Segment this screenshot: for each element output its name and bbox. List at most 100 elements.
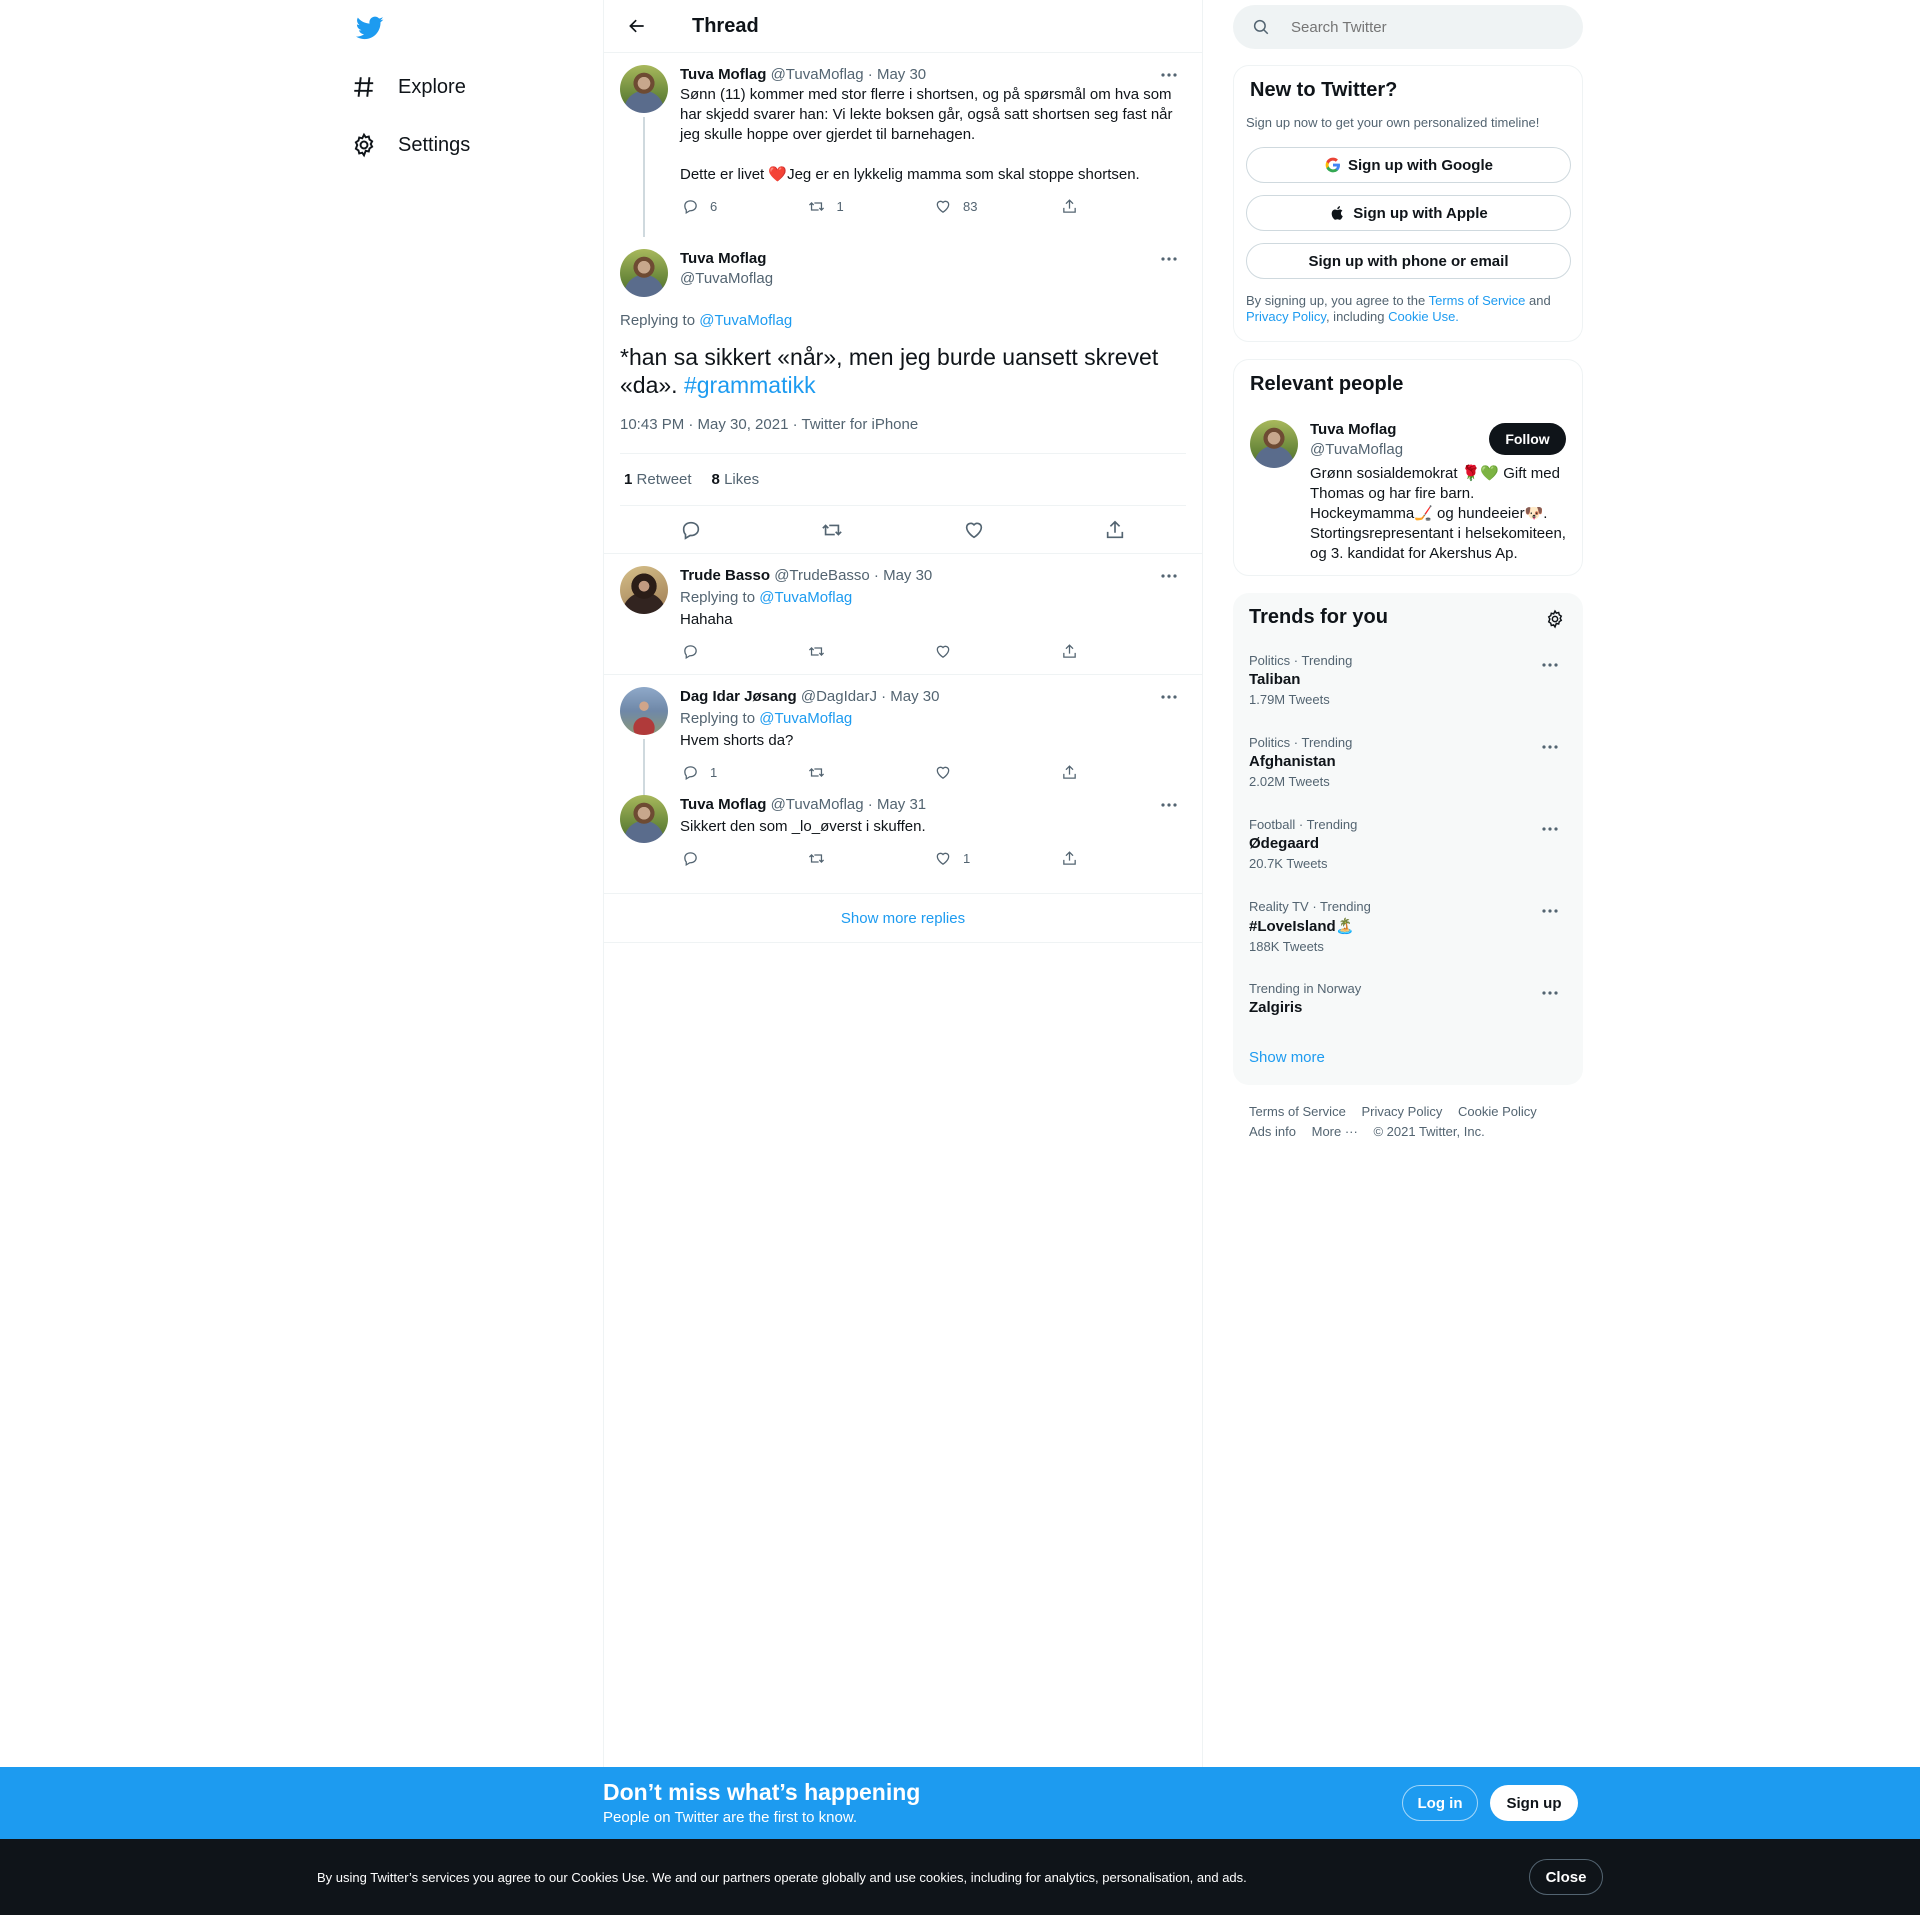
more-options-icon[interactable]	[1533, 983, 1567, 1003]
signup-apple-button[interactable]: Sign up with Apple	[1246, 195, 1571, 231]
privacy-link[interactable]: Privacy Policy	[1246, 309, 1326, 324]
author-name[interactable]: Trude Basso	[680, 567, 770, 584]
author-handle[interactable]: @TuvaMoflag	[771, 66, 864, 83]
retweet-count: 1	[836, 198, 844, 214]
reply-button[interactable]	[680, 848, 807, 868]
signup-button[interactable]: Sign up	[1490, 1785, 1578, 1821]
footer-more[interactable]: More ···	[1312, 1124, 1358, 1139]
footer-privacy[interactable]: Privacy Policy	[1361, 1104, 1442, 1119]
retweet-icon[interactable]	[820, 518, 844, 542]
author-handle[interactable]: @TuvaMoflag	[771, 796, 864, 813]
avatar[interactable]	[1250, 420, 1298, 468]
trend-item[interactable]: Trending in Norway Zalgiris	[1249, 981, 1567, 1016]
like-count: 1	[963, 850, 971, 866]
like-button[interactable]	[933, 641, 1060, 661]
author-name[interactable]: Tuva Moflag	[680, 250, 766, 267]
share-icon	[1060, 762, 1080, 782]
follow-button[interactable]: Follow	[1489, 423, 1566, 455]
reply-button[interactable]	[680, 641, 807, 661]
signup-google-button[interactable]: Sign up with Google	[1246, 147, 1571, 183]
tweet-date[interactable]: · May 30	[868, 66, 926, 83]
close-button[interactable]: Close	[1529, 1859, 1603, 1895]
person-name[interactable]: Tuva Moflag	[1310, 421, 1396, 438]
reply-count: 1	[710, 764, 718, 780]
avatar[interactable]	[620, 566, 668, 614]
avatar[interactable]	[620, 687, 668, 735]
tweet-date[interactable]: · May 30	[881, 688, 939, 705]
replying-to-link[interactable]: @TuvaMoflag	[759, 710, 852, 727]
main-tweet-text: *han sa sikkert «når», men jeg burde uan…	[620, 343, 1186, 399]
more-options-icon[interactable]	[1533, 655, 1567, 675]
likes-stat[interactable]: 8 Likes	[712, 471, 760, 488]
author-name[interactable]: Dag Idar Jøsang	[680, 688, 797, 705]
more-options-icon[interactable]	[1152, 795, 1186, 815]
more-options-icon[interactable]	[1533, 819, 1567, 839]
nav-explore[interactable]: Explore	[350, 63, 466, 111]
author-handle[interactable]: @DagIdarJ	[801, 688, 877, 705]
author-name[interactable]: Tuva Moflag	[680, 796, 766, 813]
person-handle[interactable]: @TuvaMoflag	[1310, 441, 1403, 458]
trend-item[interactable]: Football · Trending Ødegaard 20.7K Tweet…	[1249, 817, 1567, 871]
footer-tos[interactable]: Terms of Service	[1249, 1104, 1346, 1119]
more-options-icon[interactable]	[1152, 687, 1186, 707]
trend-item[interactable]: Politics · Trending Afghanistan 2.02M Tw…	[1249, 735, 1567, 789]
search-input[interactable]	[1291, 18, 1551, 36]
author-handle[interactable]: @TuvaMoflag	[680, 270, 773, 287]
back-arrow-icon[interactable]	[620, 9, 654, 43]
share-icon[interactable]	[1103, 518, 1127, 542]
author-name[interactable]: Tuva Moflag	[680, 66, 766, 83]
replying-to-link[interactable]: @TuvaMoflag	[699, 312, 792, 329]
reply-tweet[interactable]: Tuva Moflag @TuvaMoflag · May 31 Sikkert…	[604, 795, 1202, 893]
more-options-icon[interactable]	[1152, 65, 1186, 85]
tweet-date[interactable]: · May 31	[868, 796, 926, 813]
like-button[interactable]	[933, 762, 1060, 782]
tos-link[interactable]: Terms of Service	[1429, 293, 1526, 308]
share-button[interactable]	[1060, 641, 1187, 661]
parent-tweet[interactable]: Tuva Moflag @TuvaMoflag · May 30 Sønn (1…	[604, 53, 1202, 237]
like-button[interactable]: 1	[933, 848, 1060, 868]
nav-settings[interactable]: Settings	[350, 121, 470, 169]
footer-ads[interactable]: Ads info	[1249, 1124, 1296, 1139]
signup-phone-button[interactable]: Sign up with phone or email	[1246, 243, 1571, 279]
twitter-logo-icon[interactable]	[352, 10, 388, 46]
more-options-icon[interactable]	[1152, 566, 1186, 586]
retweet-button[interactable]	[807, 641, 934, 661]
share-button[interactable]	[1060, 848, 1187, 868]
more-options-icon[interactable]	[1152, 249, 1186, 269]
reply-button[interactable]: 1	[680, 762, 807, 782]
reply-tweet[interactable]: Trude Basso @TrudeBasso · May 30 Replyin…	[604, 554, 1202, 674]
share-button[interactable]	[1060, 762, 1187, 782]
replying-to-link[interactable]: @TuvaMoflag	[759, 589, 852, 606]
share-button[interactable]	[1060, 196, 1187, 216]
more-options-icon[interactable]	[1533, 737, 1567, 757]
retweet-button[interactable]	[807, 848, 934, 868]
reply-button[interactable]: 6	[680, 196, 807, 216]
share-icon	[1060, 641, 1080, 661]
retweet-stat[interactable]: 1 Retweet	[624, 471, 692, 488]
search-box[interactable]	[1233, 5, 1583, 49]
trend-item[interactable]: Politics · Trending Taliban 1.79M Tweets	[1249, 653, 1567, 707]
show-more-trends[interactable]: Show more	[1249, 1049, 1325, 1066]
avatar[interactable]	[620, 65, 668, 113]
footer-cookie[interactable]: Cookie Policy	[1458, 1104, 1537, 1119]
page-title: Thread	[692, 14, 759, 37]
show-more-replies[interactable]: Show more replies	[604, 894, 1202, 943]
like-button[interactable]: 83	[933, 196, 1060, 216]
tweet-date[interactable]: · May 30	[874, 567, 932, 584]
hashtag-link[interactable]: #grammatikk	[684, 372, 816, 398]
reply-tweet[interactable]: Dag Idar Jøsang @DagIdarJ · May 30 Reply…	[604, 675, 1202, 795]
retweet-button[interactable]	[807, 762, 934, 782]
more-options-icon[interactable]	[1533, 901, 1567, 921]
avatar[interactable]	[620, 249, 668, 297]
tweet-timestamp[interactable]: 10:43 PM · May 30, 2021 · Twitter for iP…	[620, 415, 1186, 453]
login-button[interactable]: Log in	[1402, 1785, 1478, 1821]
heart-icon[interactable]	[962, 518, 986, 542]
cookie-link[interactable]: Cookie Use.	[1388, 309, 1459, 324]
avatar[interactable]	[620, 795, 668, 843]
gear-icon[interactable]	[1543, 607, 1567, 631]
panel-title: Trends for you	[1249, 606, 1388, 628]
author-handle[interactable]: @TrudeBasso	[774, 567, 870, 584]
trend-item[interactable]: Reality TV · Trending #LoveIsland🏝️ 188K…	[1249, 899, 1567, 954]
retweet-button[interactable]: 1	[807, 196, 934, 216]
reply-icon[interactable]	[679, 518, 703, 542]
